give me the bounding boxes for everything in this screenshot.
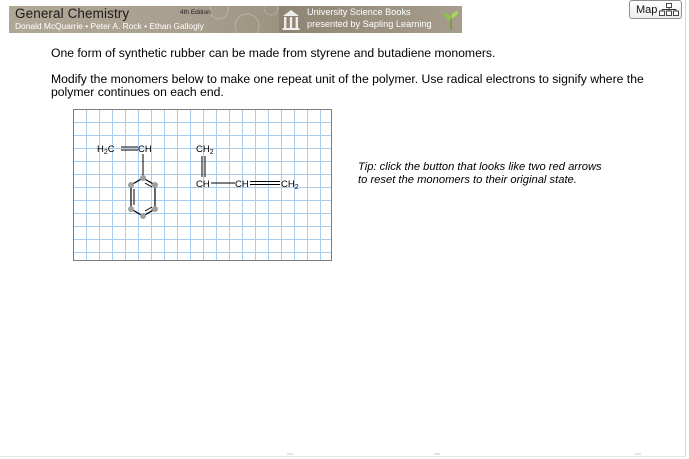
styrene-ch-label: CH <box>138 144 152 155</box>
columns-logo-icon <box>282 10 300 30</box>
butadiene-ch2-right-label: CH2 <box>281 179 299 191</box>
molecule-drawing-canvas[interactable]: H2C CH CH2 CH CH CH2 <box>73 109 332 261</box>
banner-texture-icon <box>209 6 279 33</box>
question-instructions: Modify the monomers below to make one re… <box>51 72 644 99</box>
publisher-presented-by: presented by Sapling Learning <box>307 19 432 29</box>
reset-tip-line1: Tip: click the button that looks like tw… <box>358 161 602 173</box>
map-button[interactable]: Map <box>629 0 682 19</box>
bottom-edge-marks <box>287 453 641 455</box>
hierarchy-icon <box>659 3 680 16</box>
book-title: General Chemistry <box>15 6 130 21</box>
reset-tip-line2: to reset the monomers to their original … <box>358 173 577 186</box>
question-intro: One form of synthetic rubber can be made… <box>51 46 496 60</box>
authors-label: Donald McQuarrie • Peter A. Rock • Ethan… <box>15 21 204 31</box>
styrene-h2-label: H2C <box>97 144 115 156</box>
textbook-banner: General Chemistry 4th Edition Donald McQ… <box>9 6 462 33</box>
map-button-label: Map <box>636 3 658 16</box>
benzene-ring[interactable] <box>130 177 156 217</box>
styrene-double-bond[interactable] <box>121 146 138 151</box>
butadiene-vertical-double-bond[interactable] <box>201 156 206 177</box>
sprout-icon <box>444 11 458 30</box>
monomer-structures: H2C CH CH2 CH CH CH2 <box>97 144 299 219</box>
reset-tip: Tip: click the button that looks like tw… <box>358 161 602 186</box>
butadiene-ch-left-label: CH <box>196 179 210 190</box>
edition-label: 4th Edition <box>180 9 211 16</box>
butadiene-ch2-top-label: CH2 <box>196 144 214 156</box>
butadiene-horizontal-double-bond[interactable] <box>250 181 280 185</box>
atom-markers <box>128 175 158 219</box>
butadiene-ch-center-label: CH <box>235 179 249 190</box>
publisher-name: University Science Books <box>307 7 411 17</box>
